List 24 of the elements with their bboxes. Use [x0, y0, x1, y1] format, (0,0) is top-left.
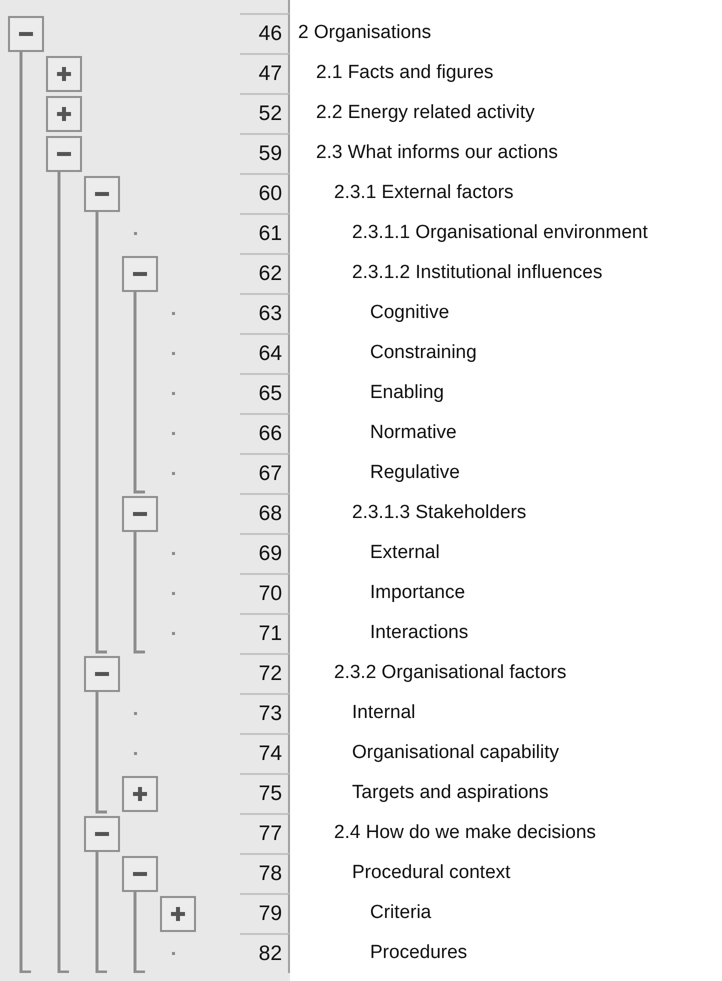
plus-icon [57, 67, 71, 81]
collapse-toggle[interactable] [84, 816, 120, 852]
collapse-toggle[interactable] [122, 856, 158, 892]
plus-icon [171, 907, 185, 921]
collapse-toggle[interactable] [122, 496, 158, 532]
minus-icon [57, 152, 71, 156]
plus-icon [57, 107, 71, 121]
expand-toggle[interactable] [122, 776, 158, 812]
expand-toggle[interactable] [46, 96, 82, 132]
minus-icon [133, 512, 147, 516]
collapse-toggle[interactable] [8, 16, 44, 52]
collapse-toggle[interactable] [46, 136, 82, 172]
minus-icon [95, 192, 109, 196]
collapse-toggle[interactable] [84, 176, 120, 212]
collapse-toggle[interactable] [122, 256, 158, 292]
expand-toggle[interactable] [160, 896, 196, 932]
minus-icon [19, 32, 33, 36]
minus-icon [133, 872, 147, 876]
minus-icon [95, 672, 109, 676]
minus-icon [133, 272, 147, 276]
plus-icon [133, 787, 147, 801]
expand-toggle[interactable] [46, 56, 82, 92]
collapse-toggle[interactable] [84, 656, 120, 692]
minus-icon [95, 832, 109, 836]
